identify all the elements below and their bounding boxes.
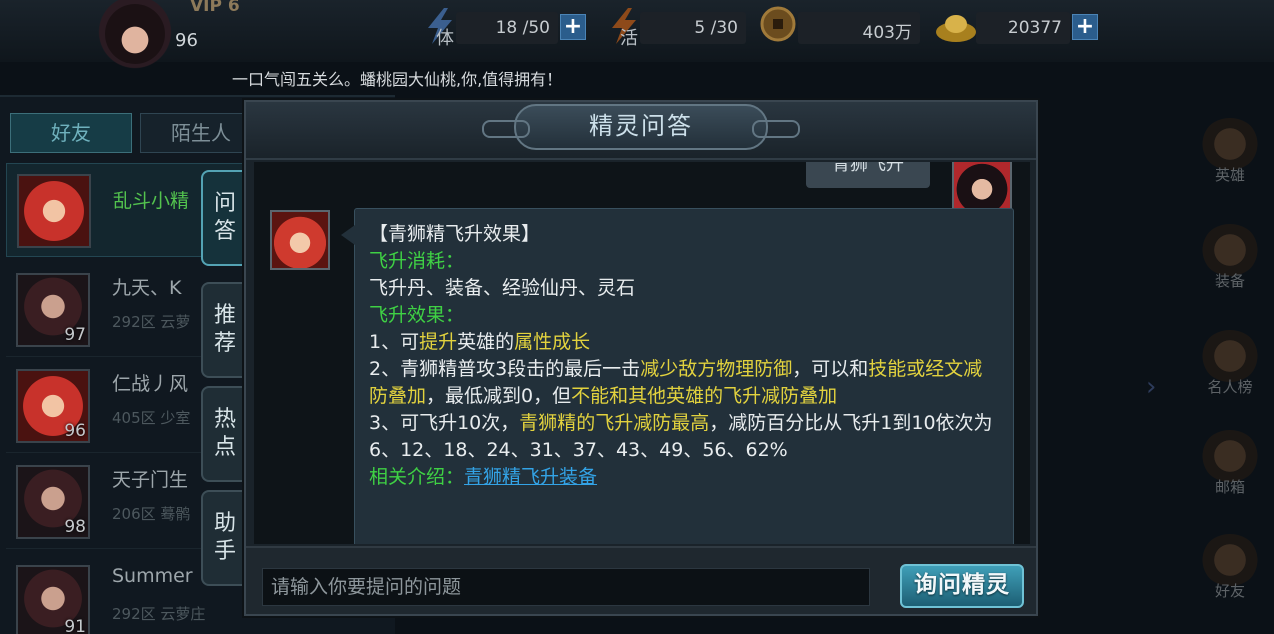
effect-item-3: 3、可飞升10次，青狮精的飞升减防最高，减防百分比从飞升1到10依次为6、12、…	[369, 412, 993, 461]
dialog-footer: 询问精灵	[246, 546, 1036, 614]
ask-spirit-button[interactable]: 询问精灵	[900, 564, 1024, 608]
menu-friends[interactable]: 好友	[1190, 534, 1270, 601]
chat-log[interactable]: 青狮飞升 【青狮精飞升效果】 飞升消耗： 飞升丹、装备、经验仙丹、灵石 飞升效果…	[254, 162, 1030, 544]
gold-ingot-icon	[934, 6, 978, 46]
effect-label: 飞升效果：	[369, 304, 465, 326]
chevron-right-icon[interactable]: ›	[1146, 372, 1156, 402]
friend-avatar: 96	[16, 369, 90, 443]
dialog-header: 精灵问答	[246, 102, 1036, 160]
side-tab-recommend[interactable]: 推荐	[201, 282, 247, 378]
side-tab-hot[interactable]: 热点	[201, 386, 247, 482]
add-gold-button[interactable]: +	[1072, 14, 1098, 40]
status-bar: VIP 6 96 体 18 /50 + 活 5 /30 403万 20377 +	[0, 0, 1274, 80]
menu-mailbox[interactable]: 邮箱	[1190, 430, 1270, 497]
scrolling-announcement: 一口气闯五关么。蟠桃园大仙桃,你,值得拥有！	[232, 70, 563, 89]
question-input[interactable]	[262, 568, 870, 606]
add-stamina-button[interactable]: +	[560, 14, 586, 40]
stamina-meter: 18 /50 +	[456, 12, 586, 44]
effect-item-2: 2、青狮精普攻3段击的最后一击减少敌方物理防御，可以和技能或经文减防叠加，最低减…	[369, 358, 983, 407]
coins-meter: 403万	[798, 12, 920, 44]
hero-icon	[1201, 118, 1259, 170]
tab-friends[interactable]: 好友	[10, 113, 132, 153]
energy-meter: 5 /30	[640, 12, 746, 44]
vip-badge: VIP 6	[190, 0, 240, 16]
my-message-bubble: 青狮飞升	[806, 162, 930, 188]
menu-leaderboard[interactable]: 名人榜	[1190, 330, 1270, 397]
friend-avatar: 98	[16, 465, 90, 539]
scroll-icon	[1201, 330, 1259, 382]
cost-label: 飞升消耗：	[369, 250, 465, 272]
friends-icon	[1201, 534, 1259, 586]
side-tab-qa[interactable]: 问答	[201, 170, 247, 266]
dialog-title: 精灵问答	[482, 104, 800, 150]
spirit-qa-dialog: 精灵问答 青狮飞升 【青狮精飞升效果】 飞升消耗： 飞升丹、装备、经验仙丹、灵石…	[244, 100, 1038, 616]
spirit-answer-bubble: 【青狮精飞升效果】 飞升消耗： 飞升丹、装备、经验仙丹、灵石 飞升效果： 1、可…	[341, 208, 1014, 544]
fire-lightning-icon: 活	[606, 6, 642, 49]
envelope-icon	[1201, 430, 1259, 482]
spirit-avatar	[270, 210, 330, 270]
related-link[interactable]: 青狮精飞升装备	[464, 466, 597, 488]
friend-avatar: 97	[16, 273, 90, 347]
friend-avatar	[17, 174, 91, 248]
gold-meter: 20377 +	[976, 12, 1098, 44]
side-tab-assistant[interactable]: 助手	[201, 490, 247, 586]
helmet-icon	[1201, 224, 1259, 276]
cost-text: 飞升丹、装备、经验仙丹、灵石	[369, 277, 636, 299]
friend-avatar: 91	[16, 565, 90, 634]
menu-heroes[interactable]: 英雄	[1190, 118, 1270, 185]
effect-item-1: 1、可提升英雄的属性成长	[369, 331, 591, 353]
menu-equipment[interactable]: 装备	[1190, 224, 1270, 291]
coin-icon	[760, 6, 796, 46]
answer-heading: 【青狮精飞升效果】	[369, 223, 541, 245]
my-avatar	[952, 162, 1012, 212]
related-line: 相关介绍：青狮精飞升装备	[369, 466, 598, 488]
player-level: 96	[175, 30, 198, 51]
lightning-icon: 体	[422, 6, 458, 49]
